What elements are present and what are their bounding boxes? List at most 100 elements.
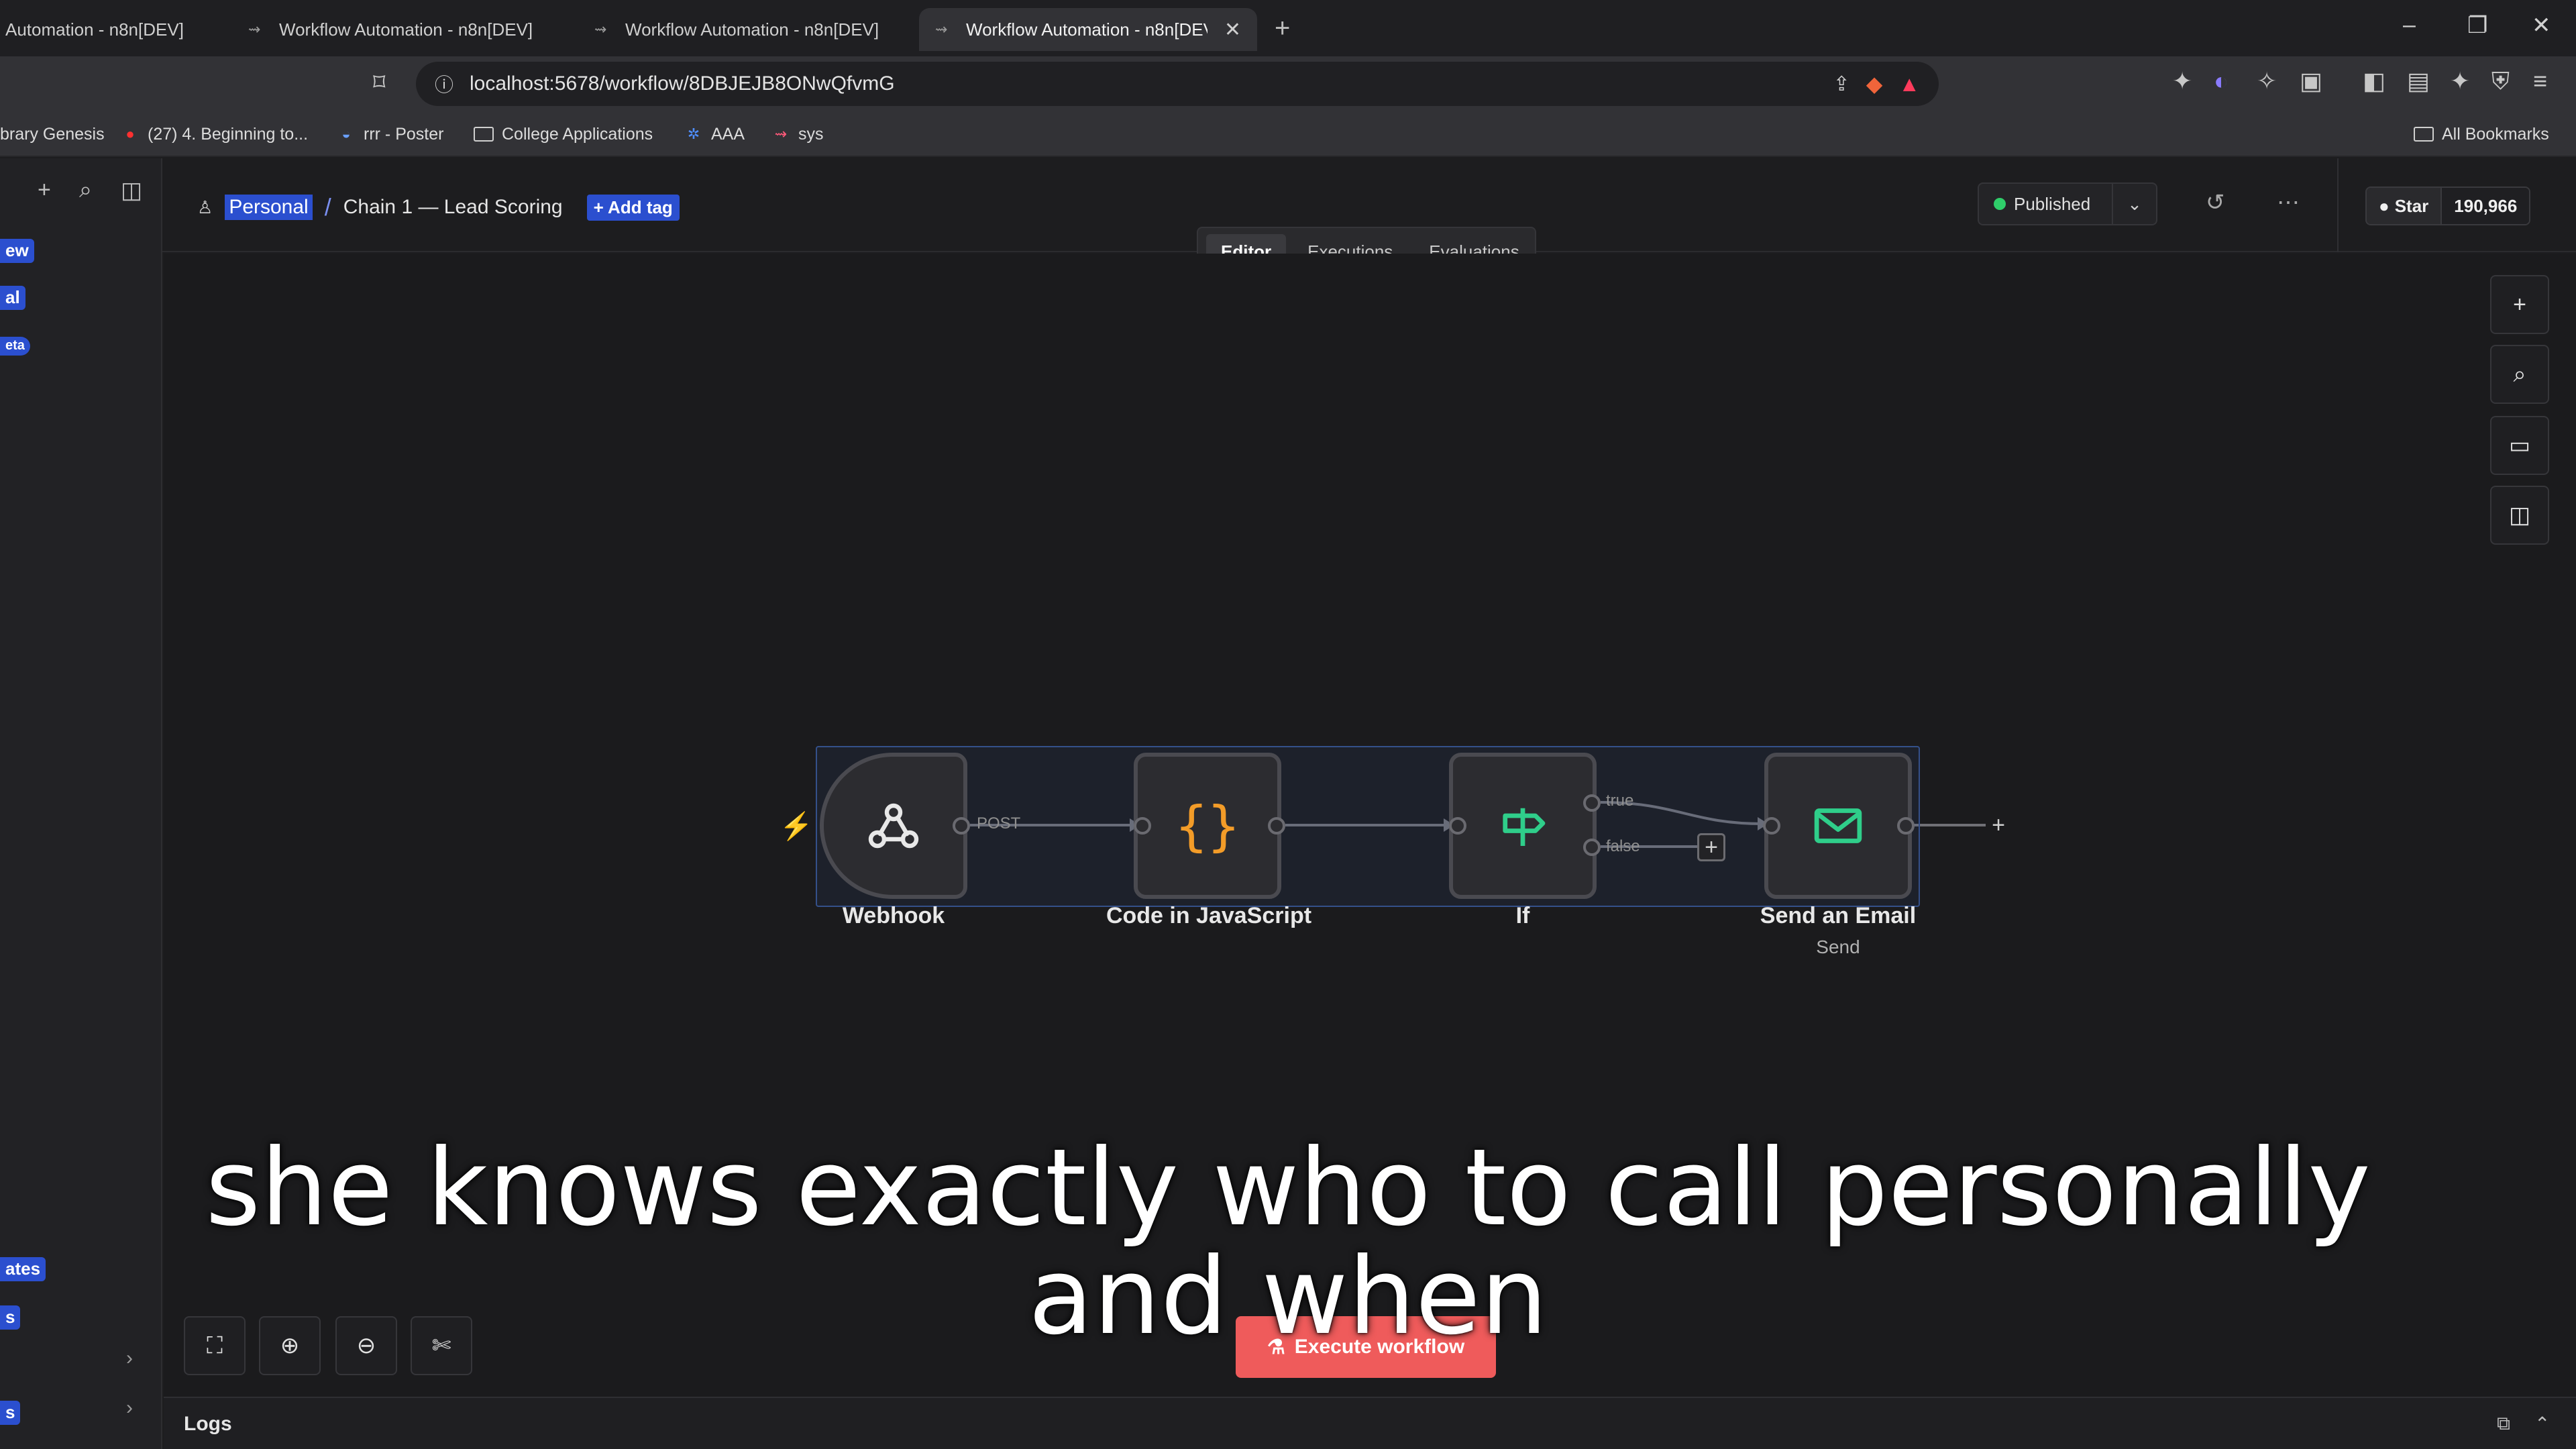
node-send-email[interactable] xyxy=(1764,753,1912,899)
signpost-icon xyxy=(1503,808,1546,846)
edge-label-true: true xyxy=(1606,792,1634,810)
close-tab-icon[interactable]: ✕ xyxy=(1224,18,1241,42)
node-label: Webhook xyxy=(842,903,945,928)
browser-tab[interactable]: Automation - n8n[DEV] xyxy=(0,8,221,51)
breadcrumb-separator: / xyxy=(324,193,331,221)
publish-status-button[interactable]: Published xyxy=(1978,182,2113,225)
input-handle[interactable] xyxy=(1763,817,1780,835)
output-handle-false[interactable] xyxy=(1583,839,1601,856)
more-options-icon[interactable]: ⋯ xyxy=(2277,189,2300,216)
node-label: If xyxy=(1515,903,1530,928)
add-node-button[interactable]: + xyxy=(2490,275,2549,334)
search-nodes-button[interactable]: ⌕ xyxy=(2490,345,2549,404)
node-subtitle: Send xyxy=(1816,936,1860,957)
node-code[interactable]: {} xyxy=(1134,753,1281,899)
sticky-note-button[interactable]: ▭ xyxy=(2490,416,2549,475)
site-favicon-icon: ◒ xyxy=(341,125,351,142)
sidebar-item-settings[interactable]: s xyxy=(0,1401,21,1425)
site-info-icon[interactable]: ⓘ xyxy=(435,70,453,97)
sidebar-item-overview[interactable]: ew xyxy=(0,239,34,263)
n8n-favicon-icon: ⇝ xyxy=(935,21,948,38)
output-handle[interactable] xyxy=(953,817,970,835)
input-handle[interactable] xyxy=(1449,817,1466,835)
restore-icon[interactable]: ❐ xyxy=(2467,12,2487,39)
search-icon[interactable]: ⌕ xyxy=(79,177,92,203)
publish-status-label: Published xyxy=(2014,193,2091,214)
screenshot-icon[interactable]: ▣ xyxy=(2300,67,2322,95)
tab-title: Automation - n8n[DEV] xyxy=(5,19,184,40)
bookmark-item[interactable]: ◒ rrr - Poster xyxy=(337,121,443,148)
bookmark-item[interactable]: brary Genesis xyxy=(0,121,105,148)
bookmark-folder[interactable]: College Applications xyxy=(474,121,653,148)
breadcrumb: ♙ Personal / Chain 1 — Lead Scoring + Ad… xyxy=(197,193,680,221)
github-star-count: 190,966 xyxy=(2440,188,2530,224)
chevron-down-icon: ⌄ xyxy=(2127,193,2142,214)
tab-title: Workflow Automation - n8n[DEV] xyxy=(625,19,879,40)
node-webhook[interactable] xyxy=(820,753,967,899)
new-tab-button[interactable]: + xyxy=(1275,13,1290,44)
user-icon: ♙ xyxy=(197,197,213,217)
add-next-node-button[interactable]: + xyxy=(1984,811,2012,839)
share-icon[interactable]: ⇪ xyxy=(1833,72,1850,96)
output-handle[interactable] xyxy=(1897,817,1915,835)
sidebar-toggle-icon[interactable]: ◧ xyxy=(2363,67,2385,95)
webhook-icon xyxy=(868,803,919,849)
input-handle[interactable] xyxy=(1134,817,1151,835)
trigger-bolt-icon: ⚡ xyxy=(780,812,813,841)
all-bookmarks-label: All Bookmarks xyxy=(2442,124,2549,144)
sidebar-item-personal[interactable]: al xyxy=(0,286,25,310)
logs-panel-bar[interactable]: Logs ⧉ ⌃ xyxy=(164,1397,2576,1449)
minimize-icon[interactable]: – xyxy=(2403,12,2416,38)
add-tag-button[interactable]: + Add tag xyxy=(586,194,680,221)
bookmark-item[interactable]: ● (27) 4. Beginning to... xyxy=(121,121,308,148)
vpn-shield-icon[interactable]: ⛨ xyxy=(2491,67,2510,96)
collapse-sidebar-icon[interactable]: ◫ xyxy=(121,177,142,204)
n8n-favicon-icon: ⇝ xyxy=(594,21,607,38)
browser-tab[interactable]: ⇝ Workflow Automation - n8n[DEV] xyxy=(232,8,568,51)
sidebar-badge-beta: eta xyxy=(0,337,30,356)
extensions-puzzle-icon[interactable]: ✧ xyxy=(2257,67,2277,95)
leo-ai-icon[interactable]: ✦ xyxy=(2450,67,2470,95)
output-handle[interactable] xyxy=(1268,817,1285,835)
bookmark-label: sys xyxy=(798,124,824,144)
folder-icon xyxy=(2414,127,2434,142)
brave-rewards-icon[interactable]: ▲ xyxy=(1898,72,1920,97)
pop-out-icon[interactable]: ⧉ xyxy=(2497,1413,2510,1435)
close-window-icon[interactable]: ✕ xyxy=(2532,12,2551,39)
chevron-up-icon[interactable]: ⌃ xyxy=(2534,1413,2550,1435)
node-label: Send an Email xyxy=(1760,903,1917,928)
brave-shields-icon[interactable]: ◆ xyxy=(1866,71,1883,97)
edge-label-post: POST xyxy=(977,814,1021,833)
toggle-panel-button[interactable]: ◫ xyxy=(2490,486,2549,545)
add-node-false-branch-button[interactable]: + xyxy=(1697,833,1725,861)
caption-line: and when xyxy=(1028,1235,1548,1358)
bookmark-label: (27) 4. Beginning to... xyxy=(148,124,309,144)
breadcrumb-project[interactable]: Personal xyxy=(225,195,313,220)
github-star-button[interactable]: ● Star 190,966 xyxy=(2365,186,2531,225)
bookmark-item[interactable]: ⇝ sys xyxy=(771,121,824,148)
address-bar[interactable]: ⓘ localhost:5678/workflow/8DBJEJB8ONwQfv… xyxy=(416,62,1939,106)
all-bookmarks[interactable]: All Bookmarks xyxy=(2414,121,2549,148)
extension-icon[interactable]: ✦ xyxy=(2172,67,2192,95)
menu-icon[interactable]: ≡ xyxy=(2533,67,2547,95)
edge-label-false: false xyxy=(1606,837,1640,855)
github-icon: ● xyxy=(2379,195,2390,216)
n8n-favicon-icon: ⇝ xyxy=(248,21,261,38)
extension-icon[interactable]: ◐ xyxy=(2214,67,2229,95)
history-icon[interactable]: ↺ xyxy=(2206,189,2225,216)
node-if[interactable] xyxy=(1449,753,1597,899)
url-text[interactable]: localhost:5678/workflow/8DBJEJB8ONwQfvmG xyxy=(470,72,1817,95)
chevron-right-icon[interactable]: › xyxy=(126,1397,133,1419)
bookmark-item[interactable]: ✲ AAA xyxy=(684,121,745,148)
output-handle-true[interactable] xyxy=(1583,794,1601,812)
bookmarks-bar: brary Genesis ● (27) 4. Beginning to... … xyxy=(0,113,2576,157)
bookmark-page-icon[interactable]: ⌑ xyxy=(373,68,385,97)
workflow-name[interactable]: Chain 1 — Lead Scoring xyxy=(343,196,563,219)
n8n-favicon-icon: ⇝ xyxy=(774,125,788,142)
browser-tab-active[interactable]: ⇝ Workflow Automation - n8n[DEV ✕ xyxy=(919,8,1257,51)
wallet-icon[interactable]: ▤ xyxy=(2407,67,2430,95)
code-braces-icon: {} xyxy=(1175,794,1240,857)
browser-tab[interactable]: ⇝ Workflow Automation - n8n[DEV] xyxy=(578,8,914,51)
publish-dropdown-button[interactable]: ⌄ xyxy=(2113,182,2157,225)
add-icon[interactable]: + xyxy=(38,177,51,203)
